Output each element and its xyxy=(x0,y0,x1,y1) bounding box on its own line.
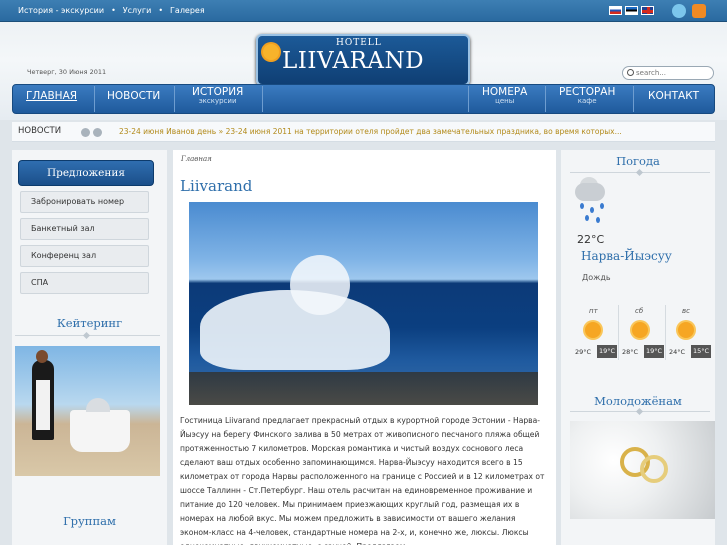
ticker-prev-icon[interactable] xyxy=(81,128,90,137)
offer-book-room[interactable]: Забронировать номер xyxy=(20,191,149,213)
forecast-temp-b: 19°C xyxy=(597,345,617,358)
flag-russian-icon[interactable] xyxy=(609,6,622,15)
logo-name-text: LIIVARAND xyxy=(282,48,425,74)
breadcrumb[interactable]: Главная xyxy=(181,155,212,163)
language-flags xyxy=(609,6,654,15)
weather-city: Нарва-Йыэсуу xyxy=(581,249,672,263)
wave-spray-top xyxy=(290,255,350,315)
flag-estonian-icon[interactable] xyxy=(625,6,638,15)
sun-icon xyxy=(678,322,694,338)
forecast-day: пт xyxy=(589,307,598,315)
flag-english-icon[interactable] xyxy=(641,6,654,15)
groups-heading[interactable]: Группам xyxy=(12,514,167,528)
page-title: Liivarand xyxy=(180,177,253,195)
forecast-temp-a: 29°C xyxy=(575,348,592,356)
nav-divider xyxy=(174,86,175,112)
forecast-temp-b: 15°C xyxy=(691,345,711,358)
forecast-temp-a: 28°C xyxy=(622,348,639,356)
weather-temperature: 22°C xyxy=(577,233,605,246)
forecast-divider xyxy=(618,305,619,360)
social-links xyxy=(672,4,706,18)
forecast-day: сб xyxy=(635,307,644,315)
rss-icon[interactable] xyxy=(692,4,706,18)
twitter-icon[interactable] xyxy=(672,4,686,18)
rain-cloud-icon-base xyxy=(575,183,605,201)
top-link-history[interactable]: История - экскурсии xyxy=(18,6,104,15)
sun-logo-icon xyxy=(263,44,279,60)
hero-rocks xyxy=(189,372,538,405)
forecast-temp-b: 19°C xyxy=(644,345,664,358)
catering-heading[interactable]: Кейтеринг xyxy=(12,316,167,330)
nav-divider xyxy=(468,86,469,112)
logo-hotel-text: HOTELL xyxy=(336,38,382,48)
newlyweds-heading[interactable]: Молодожёнам xyxy=(561,394,715,408)
search-input[interactable] xyxy=(636,67,710,79)
nav-divider xyxy=(545,86,546,112)
weather-condition: Дождь xyxy=(582,273,611,282)
rain-drop-icon xyxy=(580,203,584,209)
main-body-text: Гостиница Liivarand предлагает прекрасны… xyxy=(180,416,545,545)
sun-icon xyxy=(632,322,648,338)
offers-title: Предложения xyxy=(46,167,126,179)
nav-home[interactable]: ГЛАВНАЯ xyxy=(26,90,77,102)
weather-heading: Погода xyxy=(616,154,660,168)
nav-rooms-sublabel: цены xyxy=(495,97,515,105)
ring-icon xyxy=(640,455,668,483)
top-link-services[interactable]: Услуги xyxy=(123,6,152,15)
rain-drop-icon xyxy=(585,215,589,221)
catering-waiter-head xyxy=(36,350,48,363)
rain-drop-icon xyxy=(600,203,604,209)
forecast-day: вс xyxy=(682,307,690,315)
nav-divider xyxy=(94,86,95,112)
current-date: Четверг, 30 Июня 2011 xyxy=(27,68,107,76)
catering-waiter-apron xyxy=(36,380,50,430)
rain-drop-icon xyxy=(590,207,594,213)
nav-divider xyxy=(262,86,263,112)
catering-table xyxy=(70,410,130,452)
ticker-text[interactable]: 23-24 июня Иванов день » 23-24 июня 2011… xyxy=(119,127,622,136)
nav-restaurant[interactable]: РЕСТОРАН кафе xyxy=(559,86,615,105)
nav-restaurant-sublabel: кафе xyxy=(577,97,597,105)
top-link-separator: • xyxy=(158,6,164,15)
nav-contact[interactable]: КОНТАКТ xyxy=(648,90,699,102)
forecast-temp-a: 24°C xyxy=(669,348,686,356)
sun-icon xyxy=(585,322,601,338)
top-link-gallery[interactable]: Галерея xyxy=(170,6,205,15)
top-link-separator: • xyxy=(111,6,116,15)
nav-history[interactable]: ИСТОРИЯ экскурсии xyxy=(192,86,243,105)
offer-conference-hall[interactable]: Конференц зал xyxy=(20,245,149,267)
nav-news[interactable]: НОВОСТИ xyxy=(107,90,160,102)
search-icon xyxy=(627,69,634,76)
nav-divider xyxy=(633,86,634,112)
nav-history-sublabel: экскурсии xyxy=(198,97,237,105)
rain-drop-icon xyxy=(596,217,600,223)
top-links: История - экскурсии • Услуги • Галерея xyxy=(18,6,205,15)
forecast-divider xyxy=(665,305,666,360)
ticker-label: НОВОСТИ xyxy=(18,126,62,136)
nav-rooms[interactable]: НОМЕРА цены xyxy=(482,86,527,105)
offer-banquet-hall[interactable]: Банкетный зал xyxy=(20,218,149,240)
offer-spa[interactable]: СПА xyxy=(20,272,149,294)
ticker-next-icon[interactable] xyxy=(93,128,102,137)
